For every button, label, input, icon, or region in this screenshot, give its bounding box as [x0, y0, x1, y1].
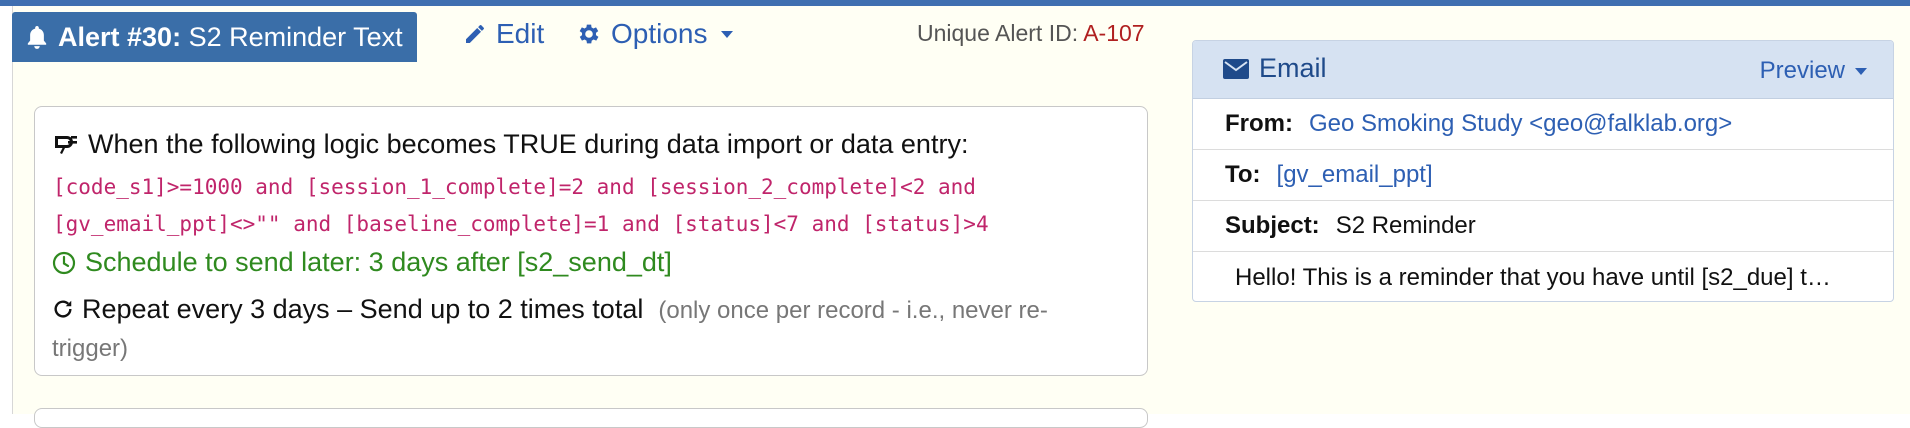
uid-label: Unique Alert ID: [917, 20, 1079, 46]
logic-icon [55, 135, 77, 154]
trigger-text: When the following logic becomes TRUE du… [88, 129, 969, 159]
pencil-icon [466, 25, 484, 43]
options-dropdown[interactable]: Options [576, 18, 733, 50]
next-alert-box [34, 408, 1148, 428]
alert-title: Alert #30: S2 Reminder Text [12, 12, 417, 62]
subject-value: S2 Reminder [1335, 212, 1476, 239]
clock-icon [52, 251, 76, 274]
email-header: Email Preview [1193, 41, 1893, 99]
email-body-row: Hello! This is a reminder that you have … [1193, 252, 1893, 301]
to-label: To: [1225, 161, 1261, 188]
unique-alert-id: Unique Alert ID: A-107 [917, 20, 1145, 47]
subject-label: Subject: [1225, 212, 1320, 239]
chevron-down-icon [720, 30, 733, 38]
from-value[interactable]: Geo Smoking Study <geo@falklab.org> [1309, 110, 1732, 138]
preview-label: Preview [1759, 57, 1845, 84]
email-title: Email [1223, 53, 1327, 84]
alert-number: Alert #30: [58, 21, 182, 52]
edit-button[interactable]: Edit [463, 18, 544, 50]
gear-icon [579, 24, 599, 44]
email-title-text: Email [1259, 53, 1327, 83]
edit-label: Edit [496, 18, 545, 49]
repeat-line: Repeat every 3 days – Send up to 2 times… [52, 291, 1112, 367]
email-subject-row: Subject: S2 Reminder [1193, 201, 1893, 252]
options-label: Options [611, 18, 708, 49]
email-card: Email Preview From: Geo Smoking Study <g… [1192, 40, 1894, 302]
email-from-row: From: Geo Smoking Study <geo@falklab.org… [1193, 99, 1893, 150]
repeat-text: Repeat every 3 days – Send up to 2 times… [82, 294, 644, 324]
chevron-down-icon [1855, 67, 1867, 75]
alert-logic-box: When the following logic becomes TRUE du… [34, 106, 1148, 376]
envelope-icon [1223, 58, 1249, 79]
email-body-preview: Hello! This is a reminder that you have … [1235, 263, 1831, 291]
logic-code: [code_s1]>=1000 and [session_1_complete]… [53, 175, 989, 236]
alert-name: S2 Reminder Text [188, 21, 403, 52]
bell-icon [27, 26, 47, 49]
schedule-line: Schedule to send later: 3 days after [s2… [52, 247, 672, 278]
panel-divider [12, 6, 13, 414]
redo-icon [54, 300, 72, 318]
preview-dropdown[interactable]: Preview [1760, 57, 1867, 85]
trigger-line: When the following logic becomes TRUE du… [52, 129, 968, 160]
schedule-text: Schedule to send later: 3 days after [s2… [85, 247, 672, 277]
to-value[interactable]: [gv_email_ppt] [1277, 161, 1433, 189]
uid-value: A-107 [1083, 20, 1145, 46]
from-label: From: [1225, 110, 1293, 137]
email-to-row: To: [gv_email_ppt] [1193, 150, 1893, 201]
